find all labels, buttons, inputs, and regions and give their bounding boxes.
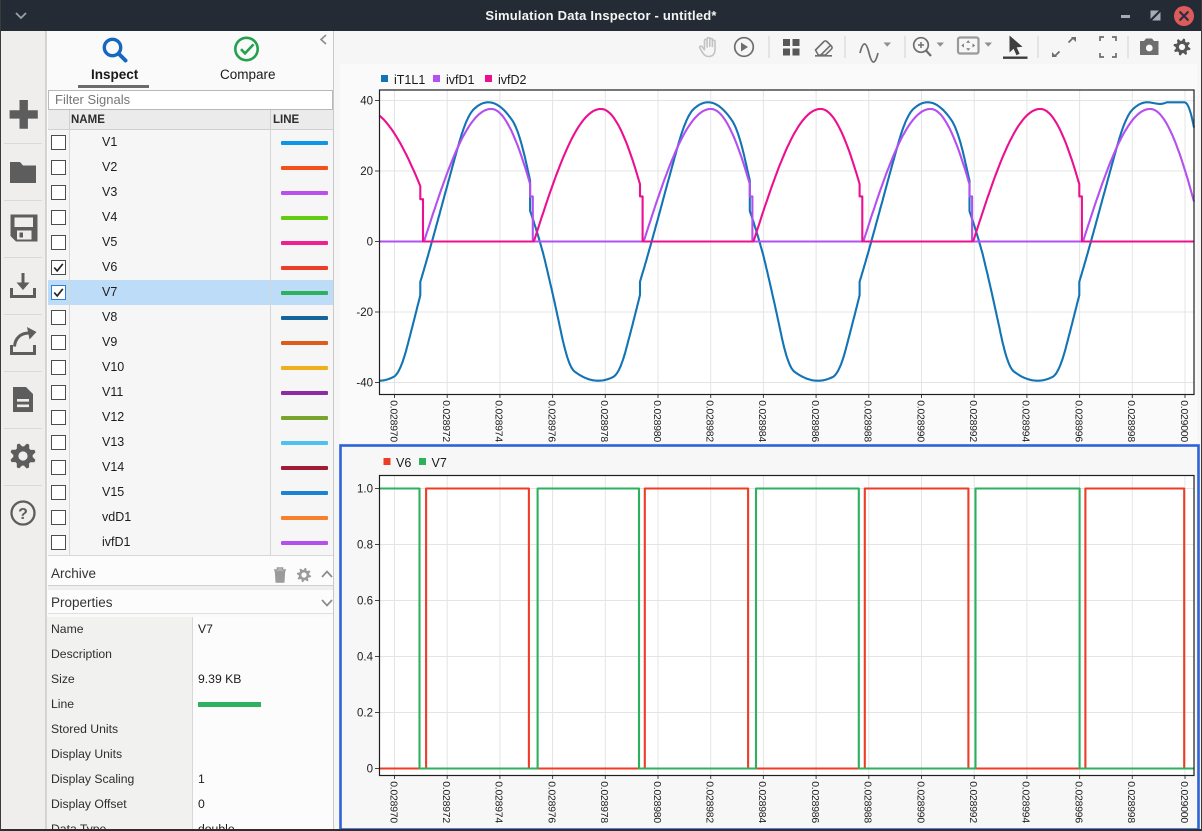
svg-text:?: ? [18,506,28,523]
